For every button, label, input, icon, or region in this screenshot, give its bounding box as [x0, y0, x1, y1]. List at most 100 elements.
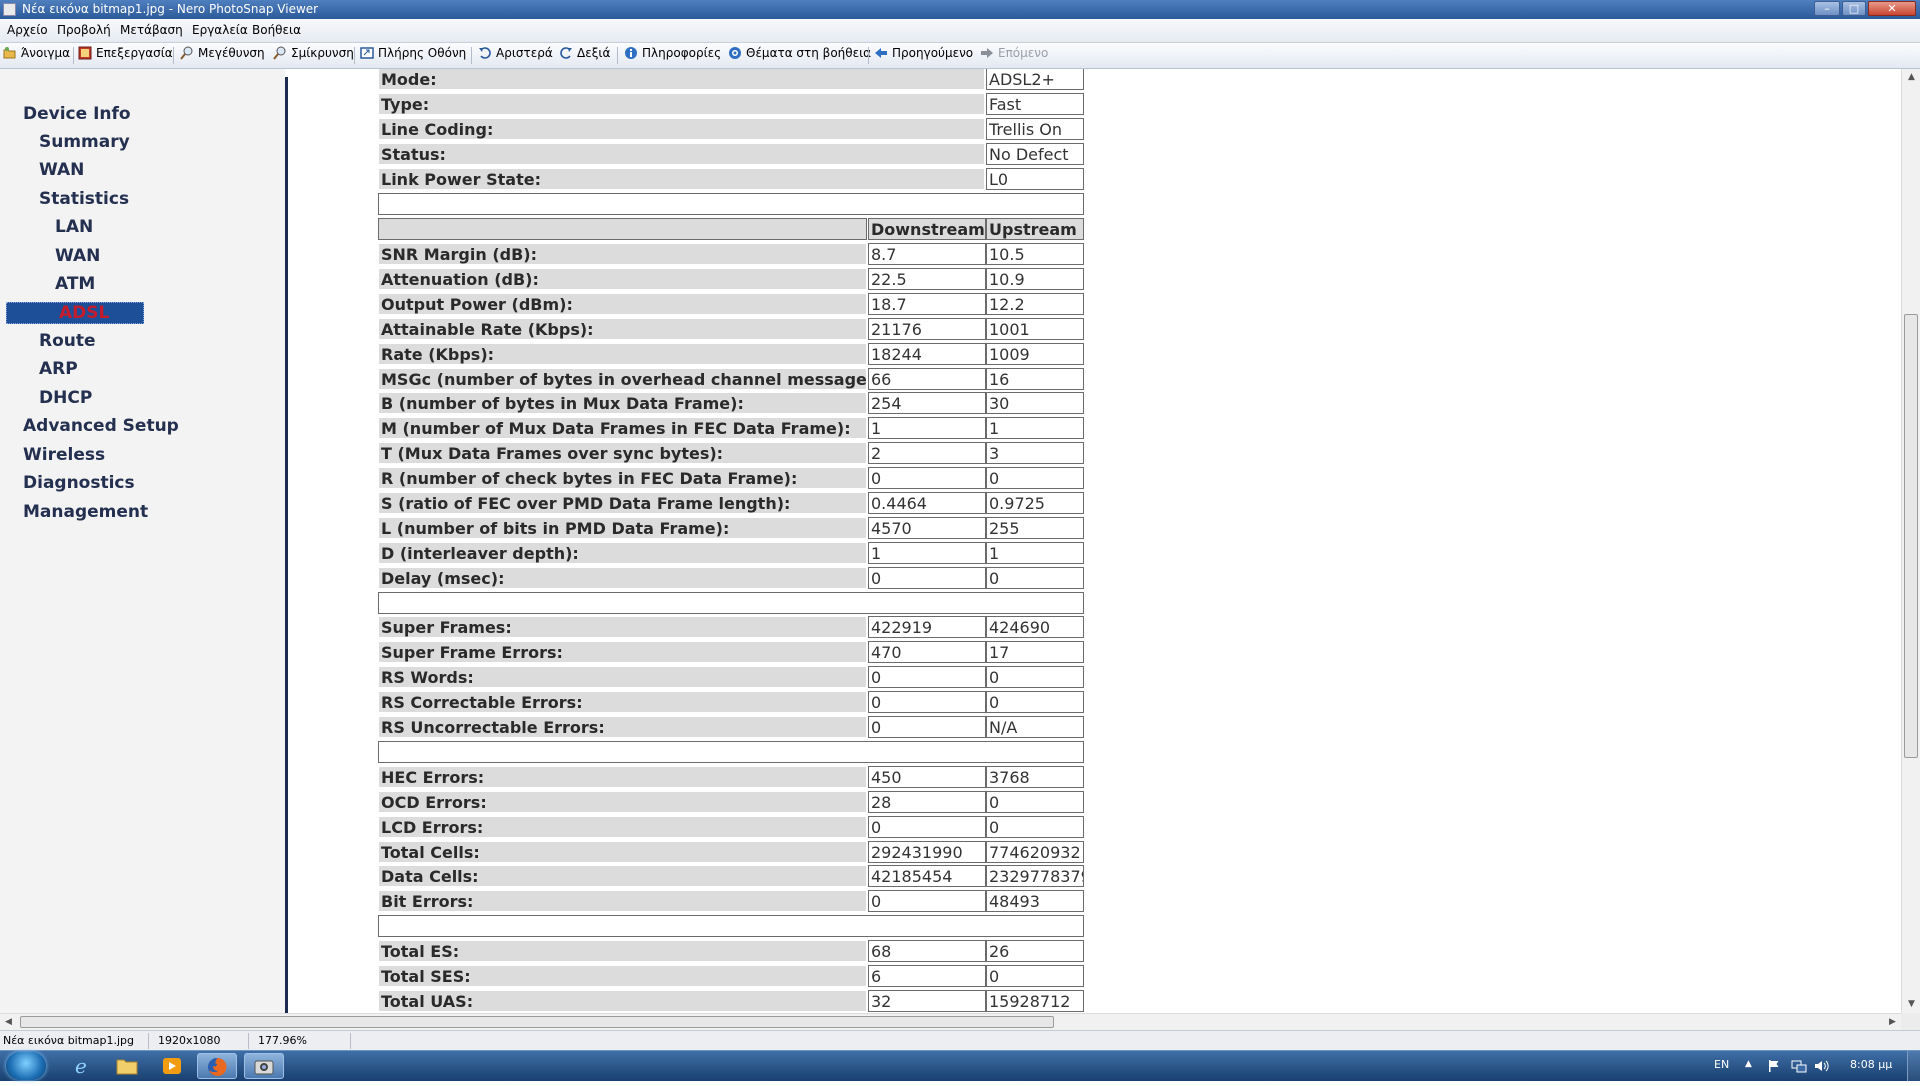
- row-upstream-value: 2329778379: [986, 865, 1084, 887]
- status-zoom: 177.96%: [258, 1034, 307, 1047]
- row-label: RS Words:: [378, 666, 867, 688]
- row-downstream-value: 0: [868, 890, 986, 912]
- nav-stats-atm: ATM: [55, 274, 96, 294]
- folder-icon[interactable]: [107, 1053, 147, 1079]
- table-row: T (Mux Data Frames over sync bytes): 2 3: [376, 442, 1084, 466]
- row-upstream-value: N/A: [986, 716, 1084, 738]
- open-button[interactable]: Άνοιγμα: [3, 46, 70, 64]
- row-upstream-value: 16: [986, 368, 1084, 390]
- photosnap-icon[interactable]: [244, 1053, 284, 1079]
- table-row: D (interleaver depth): 1 1: [376, 542, 1084, 566]
- type-label: Type:: [378, 93, 985, 115]
- row-upstream-value: 0: [986, 791, 1084, 813]
- edit-label: Επεξεργασία: [96, 46, 173, 60]
- scroll-left-arrow-icon[interactable]: ◀: [0, 1014, 17, 1031]
- mode-label: Mode:: [378, 69, 985, 90]
- nav-wireless: Wireless: [23, 445, 106, 465]
- row-label: T (Mux Data Frames over sync bytes):: [378, 442, 867, 464]
- row-downstream-value: 470: [868, 641, 986, 663]
- row-label: Attenuation (dB):: [378, 268, 867, 290]
- scroll-down-arrow-icon[interactable]: ▼: [1902, 996, 1920, 1013]
- table-row: Attenuation (dB): 22.5 10.9: [376, 268, 1084, 292]
- show-desktop-button[interactable]: [1907, 1051, 1920, 1081]
- zoom-in-button[interactable]: Μεγέθυνση: [180, 46, 265, 64]
- table-row: B (number of bytes in Mux Data Frame): 25…: [376, 392, 1084, 416]
- nav-dhcp: DHCP: [39, 388, 93, 408]
- row-downstream-value: 1: [868, 542, 986, 564]
- clock[interactable]: 8:08 μμ: [1850, 1058, 1892, 1071]
- table-row: Total UAS: 32 15928712: [376, 990, 1084, 1013]
- nav-statistics: Statistics: [39, 189, 130, 209]
- close-button[interactable]: ✕: [1868, 1, 1916, 16]
- image-viewer: Device Info Summary WAN Statistics LAN W…: [0, 69, 1901, 1013]
- scroll-up-arrow-icon[interactable]: ▲: [1902, 69, 1920, 86]
- row-upstream-value: 48493: [986, 890, 1084, 912]
- toolbar-separator: [617, 47, 618, 64]
- media-player-icon[interactable]: [152, 1053, 192, 1079]
- flag-icon[interactable]: [1767, 1059, 1781, 1073]
- minimize-button[interactable]: –: [1814, 1, 1840, 16]
- row-label: OCD Errors:: [378, 791, 867, 813]
- link-power-state-label: Link Power State:: [378, 168, 985, 190]
- vertical-scrollbar[interactable]: ▲ ▼: [1901, 69, 1920, 1013]
- start-orb-icon[interactable]: [6, 1052, 46, 1080]
- edit-button[interactable]: Επεξεργασία: [78, 46, 173, 64]
- menu-file[interactable]: Αρχείο: [7, 23, 48, 37]
- vertical-scroll-thumb[interactable]: [1904, 314, 1918, 758]
- row-downstream-value: 18.7: [868, 293, 986, 315]
- speaker-icon[interactable]: [1814, 1059, 1830, 1073]
- menu-view[interactable]: Προβολή: [57, 23, 111, 37]
- header-upstream: Upstream: [986, 218, 1084, 240]
- horizontal-scroll-thumb[interactable]: [20, 1016, 1054, 1028]
- mode-value: ADSL2+: [986, 69, 1084, 90]
- table-spacer: [376, 592, 1084, 616]
- maximize-button[interactable]: □: [1842, 1, 1866, 16]
- row-downstream-value: 42185454: [868, 865, 986, 887]
- rotate-left-button[interactable]: Αριστερά: [478, 46, 553, 64]
- rotate-right-label: Δεξιά: [577, 46, 611, 60]
- row-upstream-value: 0: [986, 691, 1084, 713]
- network-icon[interactable]: [1791, 1059, 1807, 1073]
- row-downstream-value: 6: [868, 965, 986, 987]
- info-button[interactable]: Πληροφορίες: [624, 46, 721, 64]
- row-upstream-value: 0: [986, 666, 1084, 688]
- fullscreen-button[interactable]: Πλήρης Οθόνη: [360, 46, 466, 64]
- help-topics-button[interactable]: Θέματα στη βοήθεια: [728, 46, 871, 64]
- rotate-right-button[interactable]: Δεξιά: [559, 46, 610, 64]
- firefox-icon[interactable]: [197, 1053, 237, 1079]
- row-label: D (interleaver depth):: [378, 542, 867, 564]
- scroll-right-arrow-icon[interactable]: ▶: [1884, 1014, 1901, 1031]
- nav-arp: ARP: [39, 359, 78, 379]
- svg-text:e: e: [75, 1055, 87, 1077]
- row-downstream-value: 8.7: [868, 243, 986, 265]
- table-row: L (number of bits in PMD Data Frame): 457…: [376, 517, 1084, 541]
- nav-diagnostics: Diagnostics: [23, 473, 135, 493]
- rotate-left-icon: [479, 47, 491, 59]
- row-upstream-value: 255: [986, 517, 1084, 539]
- ie-icon[interactable]: e: [62, 1053, 102, 1079]
- forward-arrow-icon: [981, 48, 993, 58]
- window-titlebar: Νέα εικόνα bitmap1.jpg - Nero PhotoSnap …: [0, 0, 1920, 19]
- status-dimensions: 1920x1080: [158, 1034, 221, 1047]
- horizontal-scrollbar[interactable]: ◀ ▶: [0, 1013, 1901, 1031]
- tray-expand-icon[interactable]: ▲: [1745, 1059, 1752, 1069]
- row-label: Bit Errors:: [378, 890, 867, 912]
- row-label: SNR Margin (dB):: [378, 243, 867, 265]
- previous-button[interactable]: Προηγούμενο: [874, 46, 973, 64]
- row-upstream-value: 3768: [986, 766, 1084, 788]
- row-downstream-value: 0: [868, 567, 986, 589]
- language-indicator[interactable]: EN: [1714, 1058, 1729, 1071]
- row-upstream-value: 15928712: [986, 990, 1084, 1012]
- table-row: S (ratio of FEC over PMD Data Frame leng…: [376, 492, 1084, 516]
- zoom-out-icon: [273, 46, 286, 60]
- menu-tools[interactable]: Εργαλεία: [192, 23, 248, 37]
- menu-go[interactable]: Μετάβαση: [120, 23, 183, 37]
- zoom-out-button[interactable]: Σμίκρυνση: [273, 46, 354, 64]
- table-row: Total SES: 6 0: [376, 965, 1084, 989]
- row-label: Rate (Kbps):: [378, 343, 867, 365]
- menu-help[interactable]: Βοήθεια: [252, 23, 301, 37]
- table-row: RS Uncorrectable Errors: 0 N/A: [376, 716, 1084, 740]
- status-filename: Νέα εικόνα bitmap1.jpg: [3, 1034, 135, 1047]
- help-icon: [729, 47, 741, 59]
- next-button[interactable]: Επόμενο: [980, 46, 1048, 64]
